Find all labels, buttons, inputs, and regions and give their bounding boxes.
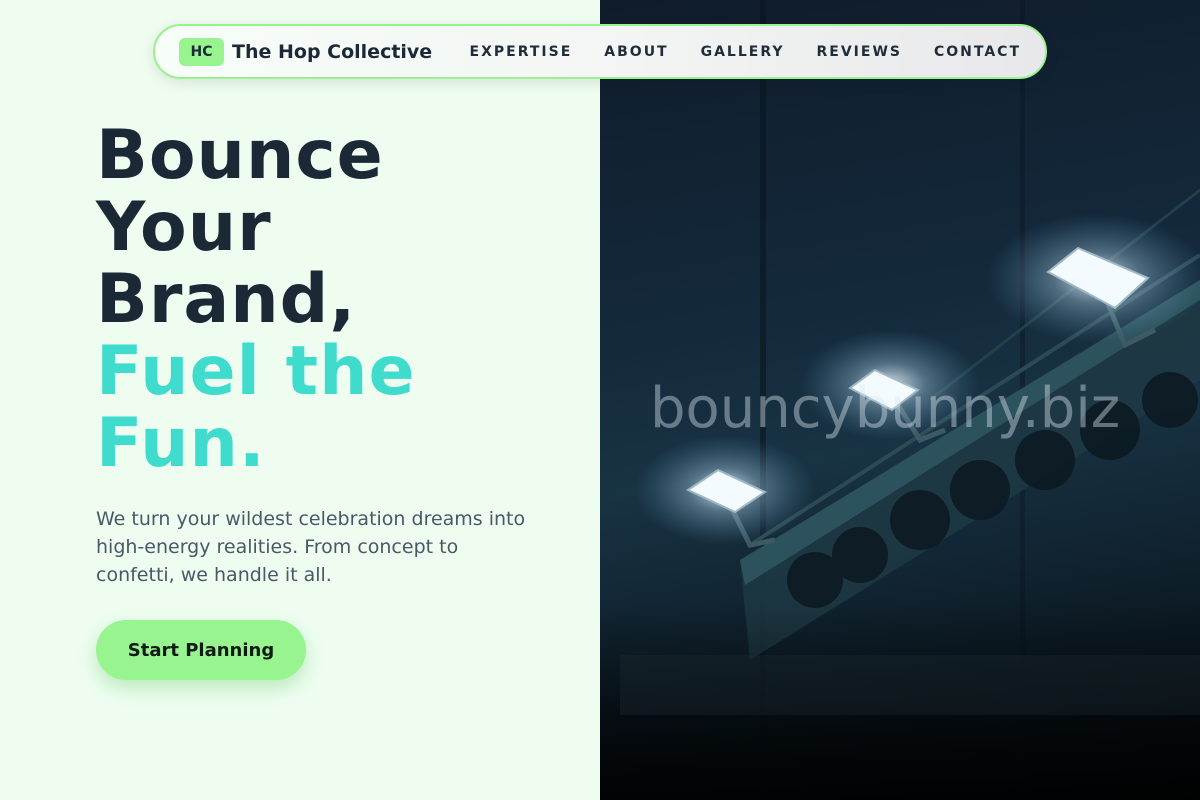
top-navbar: HC The Hop Collective EXPERTISE ABOUT GA… <box>153 24 1047 79</box>
hero-title-accent-line: Fun. <box>96 404 266 483</box>
hero-title: Bounce Your Brand, Fuel the Fun. <box>96 120 576 480</box>
nav-link-reviews[interactable]: REVIEWS <box>817 44 902 60</box>
nav-link-contact[interactable]: CONTACT <box>934 44 1021 60</box>
nav-link-gallery[interactable]: GALLERY <box>701 44 785 60</box>
start-planning-button[interactable]: Start Planning <box>96 620 306 680</box>
hero-title-line: Bounce <box>96 116 384 195</box>
brand-logo-badge: HC <box>179 37 224 66</box>
brand-link[interactable]: HC The Hop Collective <box>179 37 433 66</box>
hero-title-line: Brand, <box>96 260 357 339</box>
hero-title-accent-line: Fuel the <box>96 332 416 411</box>
brand-name: The Hop Collective <box>232 40 433 63</box>
hero-image: bouncybunny.biz <box>600 0 1200 800</box>
hero-subtitle: We turn your wildest celebration dreams … <box>96 508 526 586</box>
nav-link-about[interactable]: ABOUT <box>604 44 668 60</box>
nav-links: EXPERTISE ABOUT GALLERY REVIEWS CONTACT <box>470 44 1021 60</box>
nav-link-expertise[interactable]: EXPERTISE <box>470 44 573 60</box>
watermark-text: bouncybunny.biz <box>650 376 1121 441</box>
hero-title-line: Your <box>96 188 272 267</box>
